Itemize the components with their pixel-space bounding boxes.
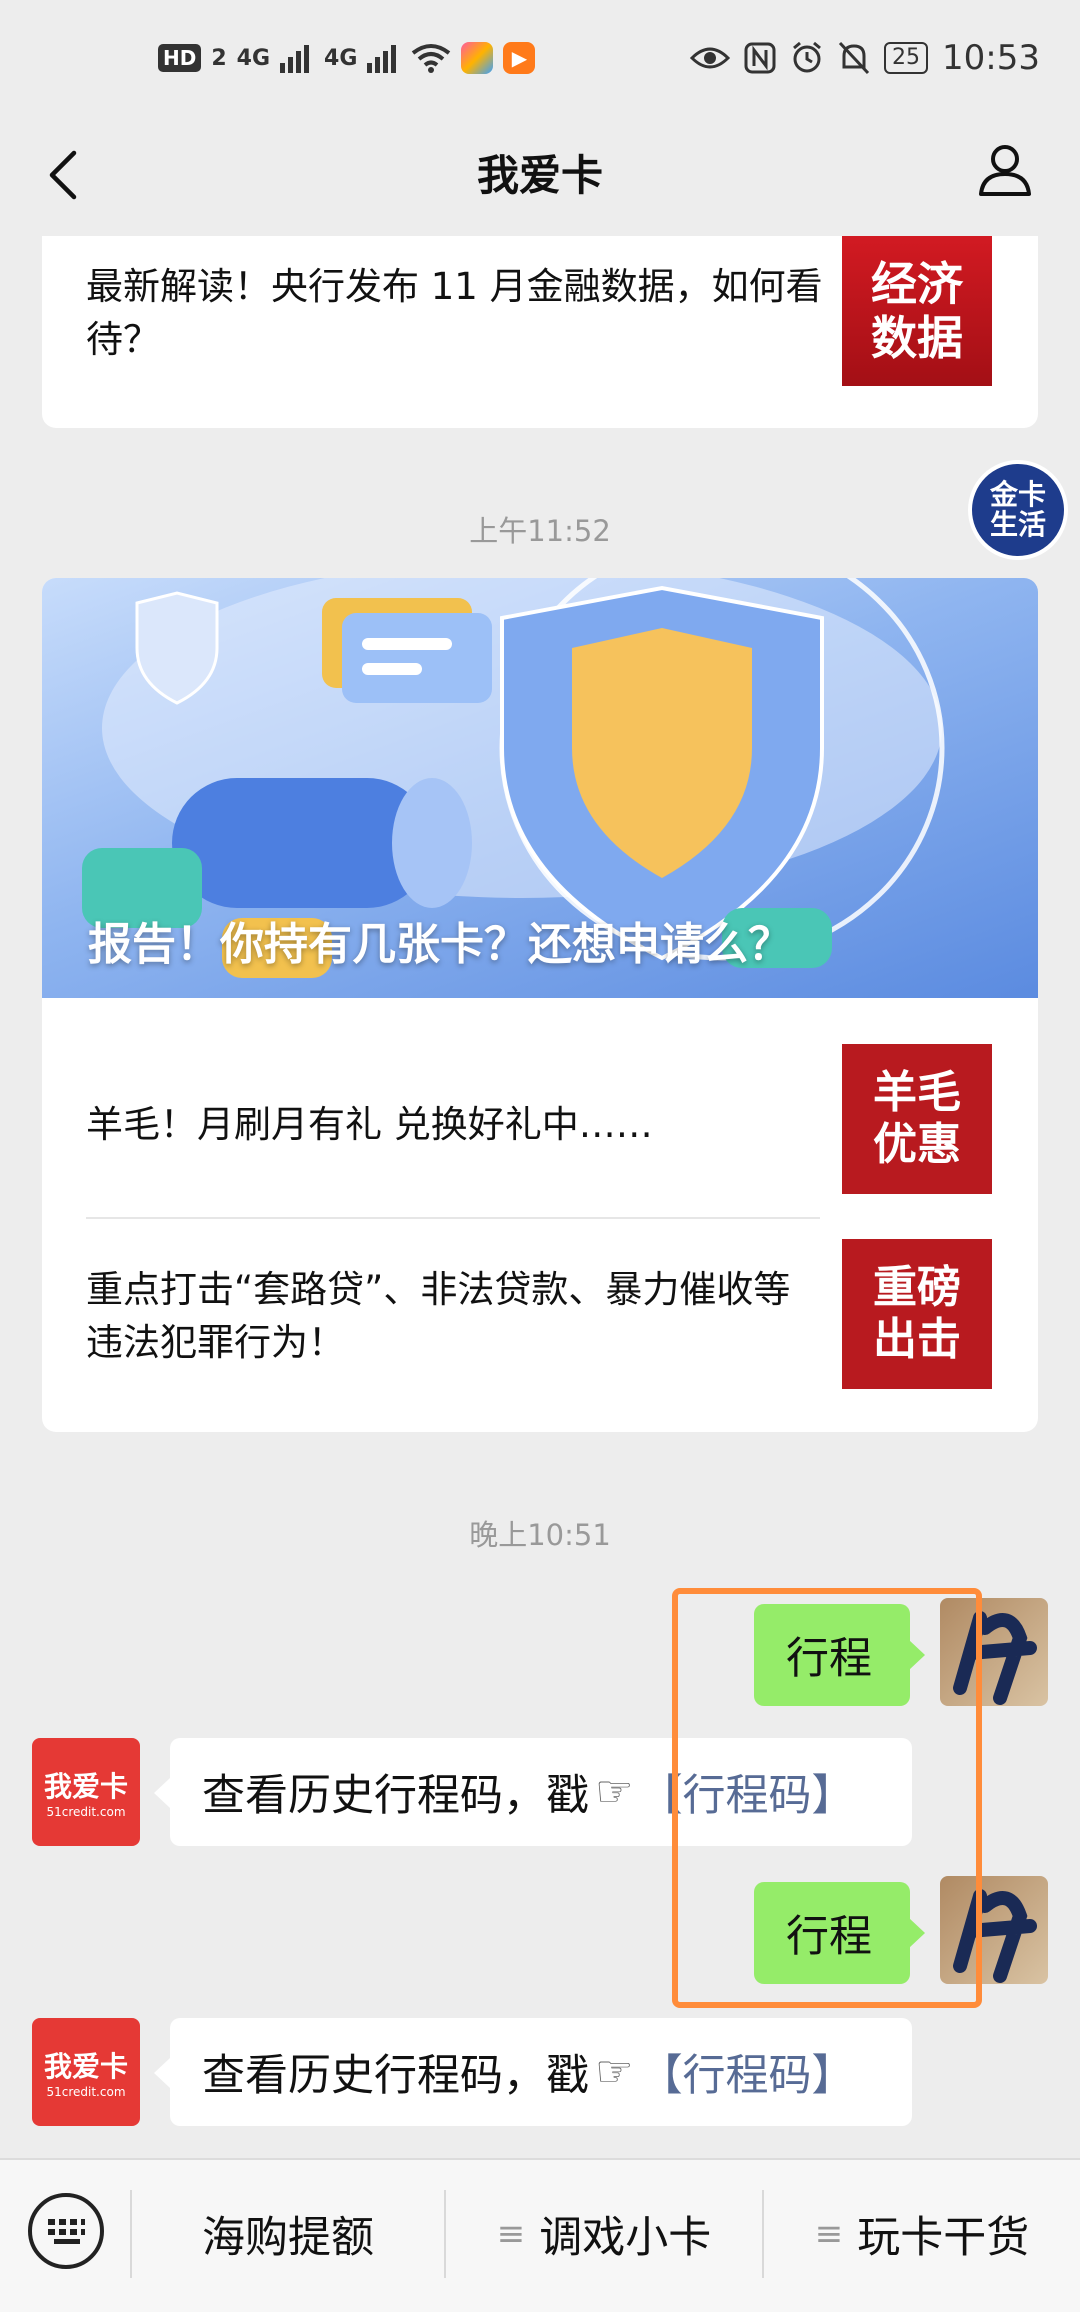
pointer-glyph: ☞ (595, 1767, 634, 1817)
bot-avatar-logo: 我爱卡 (43, 2050, 128, 2083)
bot-avatar[interactable]: 我爱卡 51credit.com (32, 1738, 140, 1846)
highlight-box (672, 1588, 982, 2008)
badge-line-1: 金卡 (989, 478, 1046, 511)
network-2-label: 4G (324, 45, 358, 71)
thumb-line-2: 出击 (873, 1314, 961, 1365)
bubble-tail (154, 2058, 170, 2088)
thumb-line-1: 羊毛 (873, 1067, 961, 1118)
keyboard-glyph (48, 2219, 85, 2244)
article-card-1[interactable]: 最新解读！央行发布 11 月金融数据，如何看待？ 经济 数据 (42, 236, 1038, 428)
article-item-title: 重点打击“套路贷”、非法贷款、暴力催收等违法犯罪行为！ (86, 1268, 791, 1364)
menu-item-haigou[interactable]: 海购提额 (132, 2158, 444, 2310)
message-text: 查看历史行程码，戳 (202, 1771, 589, 1821)
network-1-label: 4G (236, 45, 271, 71)
banner-title: 报告！你持有几张卡？还想申请么？ (88, 919, 792, 970)
sim-number: 2 (211, 45, 227, 71)
clock: 10:53 (942, 38, 1040, 78)
app-notification-icon (461, 42, 494, 74)
thumb-line-2: 优惠 (873, 1119, 961, 1170)
message-text: 查看历史行程码，戳 (202, 2051, 589, 2101)
thumb-line-1: 经济 (871, 257, 963, 311)
menu-item-label: 调戏小卡 (539, 2213, 712, 2263)
banner-image[interactable]: 报告！你持有几张卡？还想申请么？ (42, 578, 1038, 998)
article-item-thumbnail: 重磅 出击 (842, 1239, 992, 1389)
bubble-tail (154, 1778, 170, 1808)
video-app-icon: ▶ (503, 42, 536, 74)
menu-item-label: 海购提额 (202, 2213, 374, 2263)
nfc-icon (744, 42, 776, 74)
trip-code-link[interactable]: 【行程码】 (640, 2041, 855, 2103)
article-item-thumbnail: 羊毛 优惠 (842, 1044, 992, 1194)
status-left: HD 2 4G 4G ▶ (158, 42, 536, 74)
mute-icon (838, 41, 870, 75)
pointer-glyph: ☞ (595, 2047, 634, 2097)
wifi-icon (412, 44, 451, 73)
menu-item-tiaoxi[interactable]: ≡ 调戏小卡 (446, 2158, 762, 2310)
bot-message-bubble: 查看历史行程码，戳 ☞ 【行程码】 (170, 2018, 912, 2126)
bot-avatar-domain: 51credit.com (46, 2085, 126, 2099)
hd-badge: HD (158, 44, 202, 72)
menu-list-glyph: ≡ (496, 2214, 526, 2254)
article-thumbnail: 经济 数据 (842, 236, 992, 386)
person-icon[interactable] (975, 140, 1035, 200)
signal-icon (280, 45, 310, 73)
article-title: 最新解读！央行发布 11 月金融数据，如何看待？ (86, 265, 823, 361)
signal-icon-2 (367, 45, 397, 73)
alarm-icon (793, 41, 821, 73)
menu-list-glyph: ≡ (814, 2214, 844, 2254)
timestamp: 晚上10:51 (469, 1518, 611, 1552)
page-title: 我爱卡 (476, 151, 603, 200)
eye-icon (690, 47, 731, 69)
thumb-line-2: 数据 (871, 311, 963, 365)
status-right: 25 10:53 (690, 38, 1040, 78)
article-item-2[interactable]: 重点打击“套路贷”、非法贷款、暴力催收等违法犯罪行为！ 重磅 出击 (42, 1219, 1038, 1419)
article-item-1[interactable]: 羊毛！月刷月有礼 兑换好礼中…… 羊毛 优惠 (42, 998, 1038, 1218)
keyboard-icon[interactable] (28, 2193, 104, 2269)
battery-level: 25 (884, 42, 929, 74)
timestamp: 上午11:52 (469, 514, 611, 548)
thumb-line-1: 重磅 (873, 1262, 961, 1313)
article-item-title: 羊毛！月刷月有礼 兑换好礼中…… (86, 1103, 653, 1146)
bot-avatar-logo: 我爱卡 (43, 1770, 128, 1803)
bot-avatar-domain: 51credit.com (46, 1805, 126, 1819)
menu-item-wanka[interactable]: ≡ 玩卡干货 (764, 2158, 1080, 2310)
bot-avatar[interactable]: 我爱卡 51credit.com (32, 2018, 140, 2126)
menu-item-label: 玩卡干货 (857, 2213, 1030, 2263)
